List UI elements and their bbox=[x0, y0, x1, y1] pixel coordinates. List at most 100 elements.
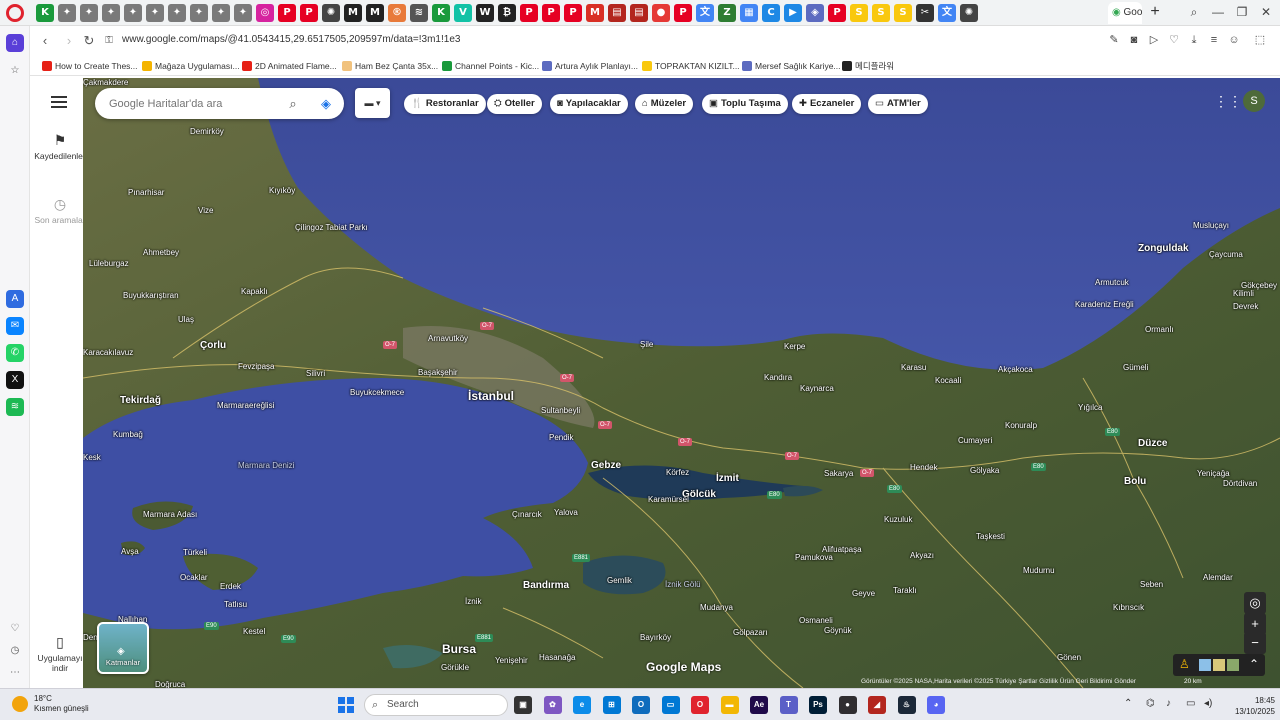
back-button[interactable]: ‹ bbox=[36, 32, 54, 50]
place-label[interactable]: Kumbağ bbox=[113, 430, 143, 439]
place-label[interactable]: Kocaali bbox=[935, 376, 961, 385]
place-label[interactable]: Ulaş bbox=[178, 315, 194, 324]
directions-icon[interactable]: ◈ bbox=[317, 95, 335, 113]
windows-start-icon[interactable] bbox=[338, 697, 354, 713]
place-label[interactable]: Bursa bbox=[442, 642, 476, 656]
sparkle-icon[interactable]: ✦ bbox=[102, 4, 120, 22]
messenger-icon[interactable]: ✉ bbox=[6, 317, 24, 335]
star-icon[interactable]: ☆ bbox=[6, 62, 24, 80]
whatsapp-icon[interactable]: ✆ bbox=[6, 344, 24, 362]
s-icon[interactable]: S bbox=[894, 4, 912, 22]
place-label[interactable]: Bandırma bbox=[523, 580, 569, 591]
maximize-button[interactable]: ❐ bbox=[1230, 3, 1254, 21]
place-label[interactable]: Marmara Denizi bbox=[238, 461, 294, 470]
place-label[interactable]: Kerpe bbox=[784, 342, 805, 351]
chevron-up-icon[interactable]: ⌃ bbox=[1124, 698, 1132, 709]
chatgpt-icon[interactable]: ✺ bbox=[960, 4, 978, 22]
place-label[interactable]: Akyazı bbox=[910, 551, 934, 560]
place-label[interactable]: Tekirdağ bbox=[120, 395, 161, 406]
place-label[interactable]: Gümeli bbox=[1123, 363, 1148, 372]
sparkle-icon[interactable]: ✦ bbox=[212, 4, 230, 22]
place-label[interactable]: Mudurnu bbox=[1023, 566, 1055, 575]
discord-icon[interactable]: ◕ bbox=[927, 696, 945, 714]
s-icon[interactable]: S bbox=[872, 4, 890, 22]
outlook-icon[interactable]: O bbox=[632, 696, 650, 714]
place-label[interactable]: İzmit bbox=[716, 473, 739, 484]
display-icon[interactable]: ▭ bbox=[1186, 698, 1195, 709]
place-label[interactable]: Buyukkarıştıran bbox=[123, 291, 179, 300]
place-label[interactable]: Çorlu bbox=[200, 340, 226, 351]
bookmark-item[interactable]: Artura Aylık Planlayı... bbox=[542, 59, 638, 73]
place-label[interactable]: Taraklı bbox=[893, 586, 917, 595]
place-label[interactable]: Körfez bbox=[666, 468, 689, 477]
place-label[interactable]: Gölyaka bbox=[970, 466, 999, 475]
bookmark-item[interactable]: Ham Bez Çanta 35x... bbox=[342, 59, 438, 73]
sparkle-icon[interactable]: ✦ bbox=[168, 4, 186, 22]
teams-icon[interactable]: T bbox=[779, 696, 798, 714]
place-label[interactable]: Geyve bbox=[852, 589, 875, 598]
saved-button[interactable]: ⚑ Kaydedilenler bbox=[33, 132, 87, 161]
place-label[interactable]: Lüleburgaz bbox=[89, 259, 129, 268]
place-label[interactable]: Bayırköy bbox=[640, 633, 671, 642]
place-label[interactable]: Ocaklar bbox=[180, 573, 208, 582]
place-label[interactable]: Kestel bbox=[243, 627, 265, 636]
place-label[interactable]: Konuralp bbox=[1005, 421, 1037, 430]
place-label[interactable]: Karasu bbox=[901, 363, 926, 372]
photoshop-icon[interactable]: Ps bbox=[809, 696, 827, 714]
s-icon[interactable]: S bbox=[850, 4, 868, 22]
send-icon[interactable]: ▷ bbox=[1146, 32, 1162, 48]
place-label[interactable]: Erdek bbox=[220, 582, 241, 591]
c-icon[interactable]: C bbox=[762, 4, 780, 22]
chip-restoranlar[interactable]: 🍴 Restoranlar bbox=[404, 94, 486, 114]
place-label[interactable]: Çaycuma bbox=[1209, 250, 1243, 259]
place-label[interactable]: Görükle bbox=[441, 663, 469, 672]
place-label[interactable]: Armutcuk bbox=[1095, 278, 1129, 287]
place-label[interactable]: Bolu bbox=[1124, 476, 1146, 487]
place-label[interactable]: Fevzipaşa bbox=[238, 362, 274, 371]
gmail-icon[interactable]: M bbox=[586, 4, 604, 22]
app-store-icon[interactable]: A bbox=[6, 290, 24, 308]
place-label[interactable]: Avşa bbox=[121, 547, 139, 556]
record-icon[interactable]: ● bbox=[652, 4, 670, 22]
film-icon[interactable]: ▤ bbox=[630, 4, 648, 22]
place-label[interactable]: Mudanya bbox=[700, 603, 733, 612]
place-label[interactable]: Buyukcekmece bbox=[350, 388, 404, 397]
place-label[interactable]: Karacakılavuz bbox=[83, 348, 133, 357]
m-icon[interactable]: M bbox=[366, 4, 384, 22]
leaf-icon[interactable]: Z bbox=[718, 4, 736, 22]
copilot-icon[interactable]: ✿ bbox=[543, 696, 562, 714]
place-label[interactable]: Seben bbox=[1140, 580, 1163, 589]
place-label[interactable]: Ahmetbey bbox=[143, 248, 179, 257]
recent-searches-button[interactable]: ◷ Son aramalar bbox=[33, 196, 87, 225]
sidebar-toggle-icon[interactable]: ⬚ bbox=[1252, 32, 1268, 48]
place-label[interactable]: Marmaraereğlisi bbox=[217, 401, 274, 410]
heart-icon[interactable]: ♡ bbox=[6, 620, 24, 638]
task-view-icon[interactable]: ▣ bbox=[514, 696, 532, 714]
place-label[interactable]: Yığılca bbox=[1078, 403, 1102, 412]
pegman-icon[interactable]: ♙ bbox=[1179, 657, 1190, 671]
after-effects-icon[interactable]: Ae bbox=[750, 696, 768, 714]
download-app-button[interactable]: ▯ Uygulamayı indir bbox=[33, 634, 87, 673]
place-label[interactable]: Kandıra bbox=[764, 373, 792, 382]
k-icon[interactable]: K bbox=[432, 4, 450, 22]
place-label[interactable]: Çınarcık bbox=[512, 510, 542, 519]
pinterest-icon[interactable]: P bbox=[828, 4, 846, 22]
place-label[interactable]: Musluçayı bbox=[1193, 221, 1229, 230]
k-icon[interactable]: K bbox=[36, 4, 54, 22]
place-label[interactable]: İstanbul bbox=[468, 389, 514, 403]
place-label[interactable]: İznik Gölü bbox=[665, 580, 701, 589]
translate-icon[interactable]: 文 bbox=[938, 4, 956, 22]
chip-müzeler[interactable]: ⌂ Müzeler bbox=[635, 94, 694, 114]
bookmark-item[interactable]: Channel Points - Kic... bbox=[442, 59, 539, 73]
v-icon[interactable]: V bbox=[454, 4, 472, 22]
place-label[interactable]: Çakmakdere bbox=[83, 78, 128, 87]
steam-icon[interactable]: ♨ bbox=[897, 696, 916, 714]
chatgpt-icon[interactable]: ✺ bbox=[322, 4, 340, 22]
my-location-icon[interactable]: ◎ bbox=[1244, 592, 1266, 614]
place-label[interactable]: Vize bbox=[198, 206, 213, 215]
m-icon[interactable]: M bbox=[344, 4, 362, 22]
place-label[interactable]: Karamürsel bbox=[648, 495, 689, 504]
microphone-icon[interactable]: ♪ bbox=[1166, 698, 1171, 709]
url-field[interactable]: www.google.com/maps/@41.0543415,29.65175… bbox=[122, 34, 460, 45]
place-label[interactable]: Gemlik bbox=[607, 576, 632, 585]
